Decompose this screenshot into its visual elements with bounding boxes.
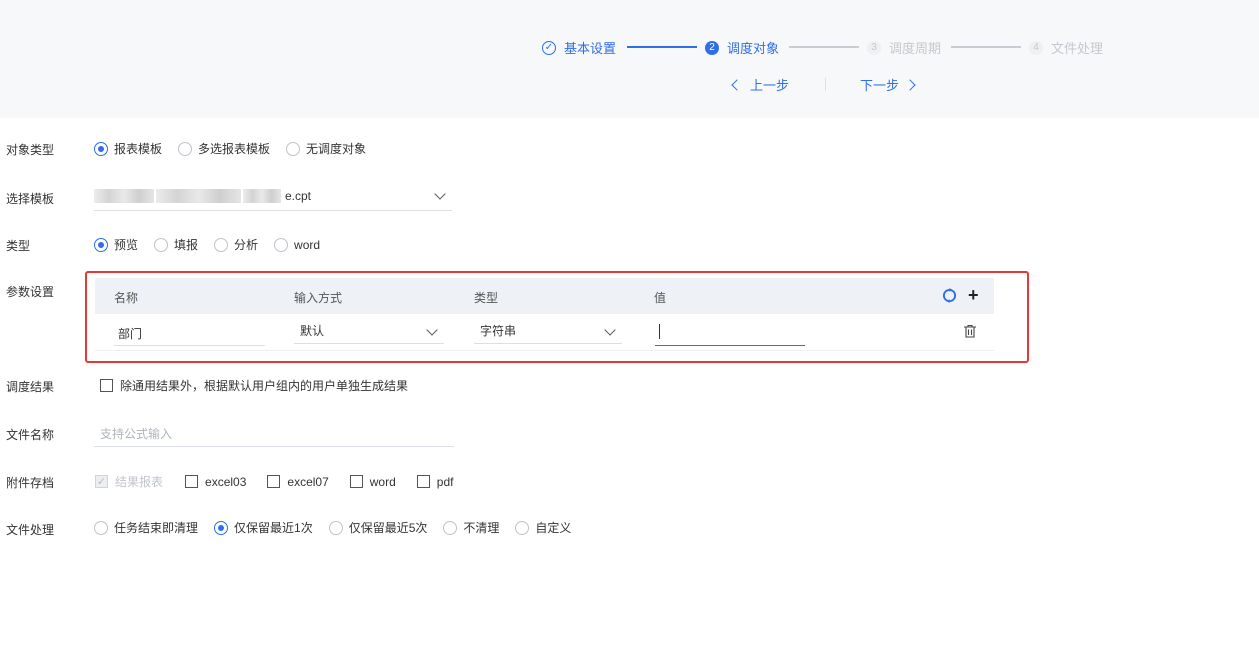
file-name-input[interactable]: 支持公式输入 [94, 418, 454, 447]
checkbox-box [349, 475, 363, 488]
params-highlight-box [85, 271, 1029, 363]
redacted-text [156, 189, 241, 203]
step-schedule-period[interactable]: 3 调度周期 [867, 38, 941, 57]
type-label: 类型 [6, 239, 31, 253]
nav-divider [825, 78, 826, 91]
step-connector [627, 46, 697, 48]
checkbox-box [416, 475, 430, 488]
template-label: 选择模板 [6, 192, 55, 206]
per-user-result-checkbox[interactable]: 除通用结果外，根据默认用户组内的用户单独生成结果 [100, 377, 408, 394]
radio-dot [94, 237, 108, 252]
radio-dot [94, 520, 108, 535]
radio-dot [515, 520, 530, 535]
checkbox-word[interactable]: word [349, 475, 396, 489]
chevron-down-icon [434, 188, 446, 200]
step-file-processing[interactable]: 4 文件处理 [1029, 38, 1103, 57]
template-select[interactable]: e.cpt [94, 182, 452, 211]
chevron-left-icon [731, 78, 743, 91]
file-processing-radio-group: 任务结束即清理 仅保留最近1次 仅保留最近5次 不清理 自定义 [94, 519, 587, 536]
radio-preview[interactable]: 预览 [94, 236, 138, 253]
step-connector [789, 46, 859, 48]
radio-no-clean[interactable]: 不清理 [443, 519, 499, 536]
params-label: 参数设置 [6, 285, 55, 299]
next-step-button[interactable]: 下一步 [860, 75, 916, 94]
schedule-result-label: 调度结果 [6, 380, 55, 394]
radio-custom[interactable]: 自定义 [515, 519, 571, 536]
prev-step-label: 上一步 [750, 78, 790, 93]
radio-keep-last-5[interactable]: 仅保留最近5次 [328, 519, 427, 536]
steps-bar [0, 0, 1259, 118]
checkbox-result-report: ✓ 结果报表 [95, 475, 164, 489]
step-label: 基本设置 [564, 41, 617, 56]
check-icon: ✓ [542, 40, 556, 55]
radio-no-object[interactable]: 无调度对象 [286, 140, 366, 157]
step-schedule-object[interactable]: 2 调度对象 [705, 38, 779, 57]
radio-dot [286, 141, 301, 156]
file-processing-label: 文件处理 [6, 523, 55, 537]
step-number: 3 [867, 40, 881, 55]
radio-analysis[interactable]: 分析 [214, 236, 258, 253]
radio-multi-report-template[interactable]: 多选报表模板 [178, 140, 270, 157]
redacted-text [243, 189, 281, 203]
step-label: 调度对象 [727, 41, 780, 56]
redacted-text [94, 189, 154, 203]
type-radio-group: 预览 填报 分析 word [94, 236, 336, 253]
radio-report-template[interactable]: 报表模板 [94, 140, 162, 157]
object-type-label: 对象类型 [6, 143, 55, 157]
step-label: 文件处理 [1051, 41, 1104, 56]
check-icon: ✓ [95, 475, 108, 488]
radio-clean-on-finish[interactable]: 任务结束即清理 [94, 519, 198, 536]
radio-dot [328, 520, 343, 535]
checkbox-box [100, 379, 113, 392]
checkbox-excel07[interactable]: excel07 [267, 475, 329, 489]
radio-dot [94, 141, 108, 156]
checkbox-pdf[interactable]: pdf [416, 475, 453, 489]
file-name-label: 文件名称 [6, 428, 55, 442]
radio-dot [214, 237, 229, 252]
next-step-label: 下一步 [860, 78, 900, 93]
radio-dot [274, 237, 289, 252]
attachments-group: ✓ 结果报表 excel03 excel07 word pdf [95, 473, 453, 490]
radio-dot [154, 237, 169, 252]
radio-dot [214, 520, 229, 535]
prev-step-button[interactable]: 上一步 [731, 75, 790, 94]
radio-dot [178, 141, 193, 156]
step-label: 调度周期 [889, 41, 942, 56]
object-type-radio-group: 报表模板 多选报表模板 无调度对象 [94, 140, 382, 157]
radio-keep-last-1[interactable]: 仅保留最近1次 [214, 519, 313, 536]
step-number: 2 [705, 40, 719, 55]
attachments-label: 附件存档 [6, 476, 55, 490]
checkbox-box [267, 475, 281, 488]
radio-fill[interactable]: 填报 [154, 236, 198, 253]
template-value: e.cpt [285, 189, 312, 203]
radio-dot [443, 520, 458, 535]
chevron-right-icon [904, 78, 916, 91]
step-number: 4 [1029, 40, 1043, 55]
step-basic-settings[interactable]: ✓ 基本设置 [542, 38, 616, 57]
checkbox-box [185, 475, 199, 488]
step-connector [951, 46, 1021, 48]
radio-word[interactable]: word [274, 237, 320, 252]
checkbox-excel03[interactable]: excel03 [185, 475, 246, 489]
